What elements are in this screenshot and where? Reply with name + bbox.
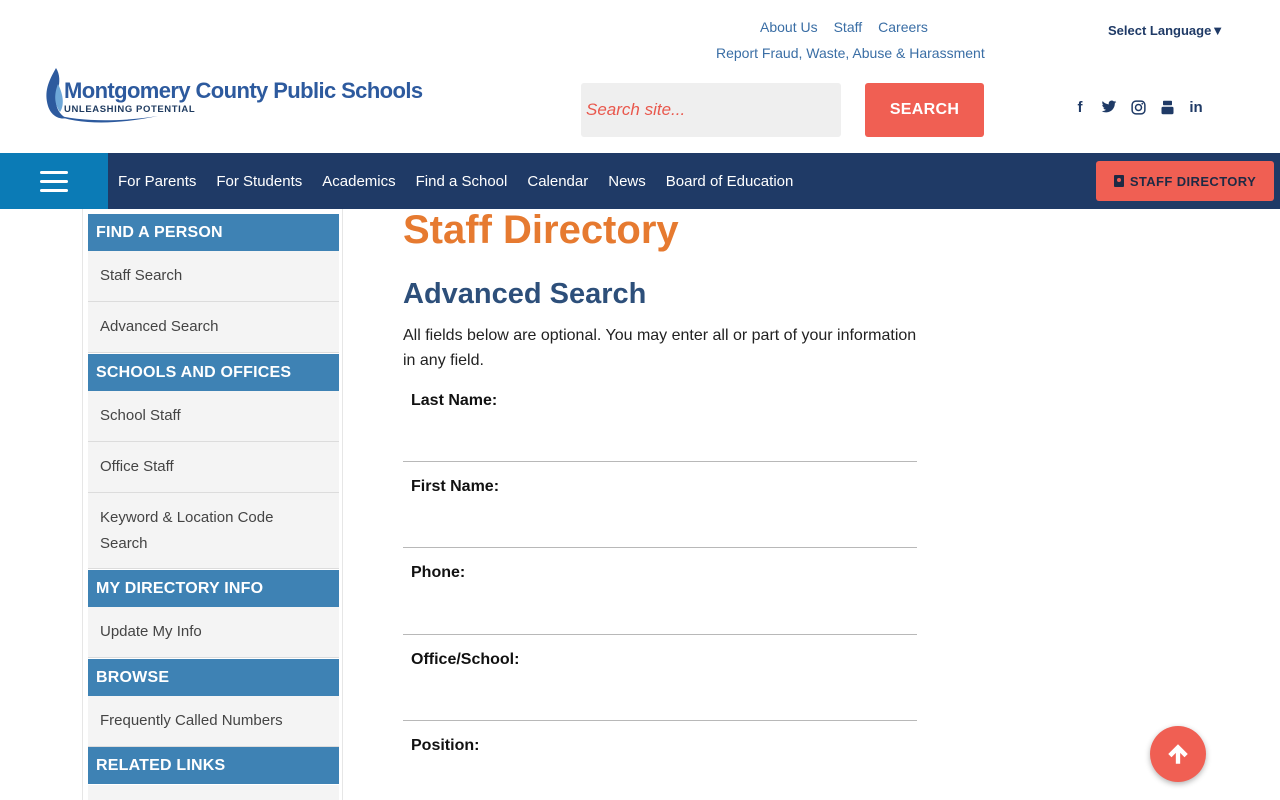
sidebar-item-advanced-search[interactable]: Advanced Search bbox=[88, 302, 339, 353]
office-school-input[interactable] bbox=[403, 687, 917, 721]
careers-link[interactable]: Careers bbox=[878, 19, 928, 35]
last-name-input[interactable] bbox=[403, 428, 917, 462]
sidebar-item-update-my-info[interactable]: Update My Info bbox=[88, 607, 339, 658]
sidebar-item-frequently-called-numbers[interactable]: Frequently Called Numbers bbox=[88, 696, 339, 747]
main-navigation: For Parents For Students Academics Find … bbox=[0, 153, 1280, 209]
logo-title: Montgomery County Public Schools bbox=[64, 78, 423, 103]
nav-item-board-of-education[interactable]: Board of Education bbox=[666, 173, 794, 190]
phone-input[interactable] bbox=[403, 601, 917, 635]
sidebar: FIND A PERSON Staff Search Advanced Sear… bbox=[82, 209, 343, 800]
facebook-icon[interactable]: f bbox=[1070, 96, 1090, 118]
hamburger-menu-icon[interactable] bbox=[0, 153, 108, 209]
intro-text: All fields below are optional. You may e… bbox=[403, 327, 917, 369]
sidebar-heading-schools-and-offices: SCHOOLS AND OFFICES bbox=[88, 354, 339, 391]
nav-item-find-a-school[interactable]: Find a School bbox=[416, 173, 508, 190]
nav-item-academics[interactable]: Academics bbox=[322, 173, 395, 190]
last-name-label: Last Name: bbox=[411, 392, 498, 409]
nav-item-news[interactable]: News bbox=[608, 173, 646, 190]
linkedin-icon[interactable]: in bbox=[1186, 96, 1206, 118]
sidebar-heading-my-directory-info: MY DIRECTORY INFO bbox=[88, 570, 339, 607]
sidebar-heading-find-a-person: FIND A PERSON bbox=[88, 214, 339, 251]
nav-item-calendar[interactable]: Calendar bbox=[527, 173, 588, 190]
twitter-icon[interactable] bbox=[1099, 96, 1119, 118]
utility-links: About Us Staff Careers bbox=[760, 19, 928, 35]
youtube-icon[interactable] bbox=[1157, 96, 1177, 118]
nav-items: For Parents For Students Academics Find … bbox=[118, 153, 793, 209]
logo-tagline: UNLEASHING POTENTIAL bbox=[64, 104, 196, 115]
search-button[interactable]: SEARCH bbox=[865, 83, 984, 137]
sidebar-item-office-staff[interactable]: Office Staff bbox=[88, 442, 339, 493]
sidebar-item-related-links-next[interactable] bbox=[88, 785, 339, 800]
first-name-input[interactable] bbox=[403, 514, 917, 548]
position-label: Position: bbox=[411, 737, 480, 754]
sidebar-heading-browse: BROWSE bbox=[88, 659, 339, 696]
language-select[interactable]: Select Language▼ bbox=[1108, 23, 1224, 38]
section-title: Advanced Search bbox=[403, 278, 647, 310]
page-title: Staff Directory bbox=[403, 208, 679, 252]
staff-directory-label: STAFF DIRECTORY bbox=[1129, 173, 1257, 189]
arrow-up-icon bbox=[1168, 744, 1188, 764]
first-name-label: First Name: bbox=[411, 478, 500, 495]
staff-directory-button[interactable]: STAFF DIRECTORY bbox=[1096, 161, 1274, 201]
contact-book-icon bbox=[1113, 175, 1124, 187]
social-links: f in bbox=[1070, 96, 1206, 118]
sidebar-item-keyword-location-search[interactable]: Keyword & Location Code Search bbox=[88, 493, 339, 569]
search-input[interactable] bbox=[581, 83, 841, 137]
report-fraud-link[interactable]: Report Fraud, Waste, Abuse & Harassment bbox=[716, 45, 985, 61]
site-logo[interactable]: Montgomery County Public Schools UNLEASH… bbox=[42, 66, 423, 128]
back-to-top-button[interactable] bbox=[1150, 726, 1206, 782]
sidebar-item-staff-search[interactable]: Staff Search bbox=[88, 251, 339, 302]
site-header: Montgomery County Public Schools UNLEASH… bbox=[0, 0, 1280, 153]
staff-link[interactable]: Staff bbox=[834, 19, 863, 35]
sidebar-heading-related-links: RELATED LINKS bbox=[88, 747, 339, 784]
phone-label: Phone: bbox=[411, 564, 466, 581]
instagram-icon[interactable] bbox=[1128, 96, 1148, 118]
nav-item-for-parents[interactable]: For Parents bbox=[118, 173, 196, 190]
nav-item-for-students[interactable]: For Students bbox=[216, 173, 302, 190]
sidebar-item-school-staff[interactable]: School Staff bbox=[88, 391, 339, 442]
about-us-link[interactable]: About Us bbox=[760, 19, 818, 35]
office-school-label: Office/School: bbox=[411, 651, 520, 668]
